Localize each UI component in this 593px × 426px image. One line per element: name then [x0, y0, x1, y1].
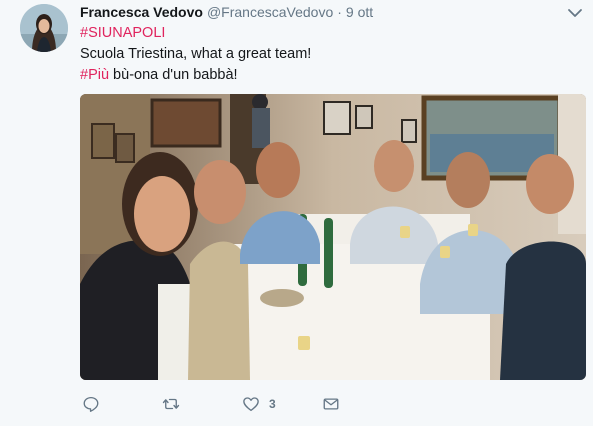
- hashtag-piu[interactable]: #Più: [80, 67, 109, 83]
- retweet-icon: [162, 398, 180, 410]
- display-name[interactable]: Francesca Vedovo: [80, 4, 203, 20]
- retweet-button[interactable]: [162, 393, 180, 415]
- tweet-text: #SIUNAPOLI Scuola Triestina, what a grea…: [80, 23, 311, 86]
- tweet-header: Francesca Vedovo @FrancescaVedovo · 9 ot…: [80, 4, 373, 22]
- photo-image: [80, 94, 586, 380]
- avatar-image: [20, 4, 68, 52]
- heart-icon: [243, 397, 259, 412]
- timestamp[interactable]: 9 ott: [346, 4, 373, 20]
- tweet-actions: 3: [80, 393, 360, 415]
- tweet-text-fragment: bù-ona d'un babbà!: [109, 67, 238, 83]
- avatar[interactable]: [20, 4, 68, 52]
- reply-button[interactable]: [82, 393, 100, 415]
- tweet-text-line-3: #Più bù-ona d'un babbà!: [80, 65, 311, 86]
- tweet-text-line: Scuola Triestina, what a great team!: [80, 46, 312, 62]
- reply-icon: [83, 396, 99, 412]
- direct-message-button[interactable]: [322, 393, 340, 415]
- tweet[interactable]: Francesca Vedovo @FrancescaVedovo · 9 ot…: [0, 0, 593, 426]
- chevron-down-icon[interactable]: [566, 6, 584, 20]
- envelope-icon: [323, 398, 339, 410]
- hashtag-siunapoli[interactable]: #SIUNAPOLI: [80, 23, 311, 44]
- separator-dot: ·: [337, 4, 342, 20]
- user-handle[interactable]: @FrancescaVedovo: [207, 4, 333, 20]
- like-button[interactable]: 3: [242, 393, 276, 415]
- like-count: 3: [269, 397, 276, 411]
- tweet-photo[interactable]: [80, 94, 586, 380]
